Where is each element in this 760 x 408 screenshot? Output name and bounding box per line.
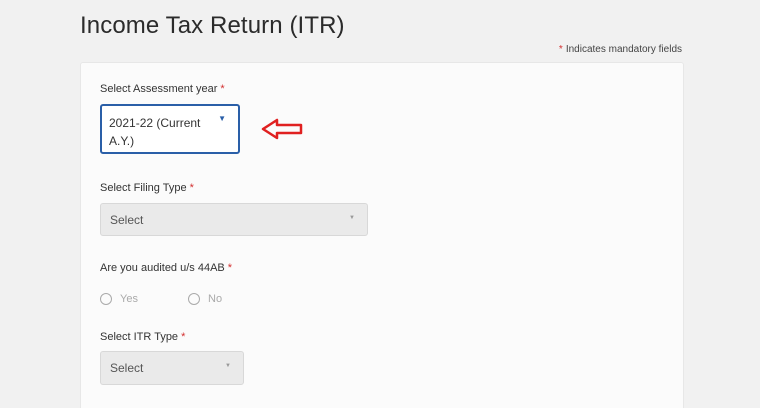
required-star: * <box>227 262 233 274</box>
audited-yes-label: Yes <box>120 293 138 305</box>
chevron-down-icon: ▼ <box>225 363 231 369</box>
itr-type-label: Select ITR Type * <box>100 331 185 343</box>
chevron-down-icon: ▼ <box>218 114 226 123</box>
radio-circle-icon <box>188 293 200 305</box>
chevron-down-icon: ▼ <box>349 215 355 221</box>
required-star: * <box>220 83 225 95</box>
audited-no-label: No <box>208 293 223 305</box>
required-star: * <box>558 44 563 55</box>
page-title: Income Tax Return (ITR) <box>80 12 345 39</box>
itr-type-select[interactable]: Select ▼ <box>100 351 244 385</box>
mandatory-note-text: Indicates mandatory fields <box>565 44 682 55</box>
audited-no-radio[interactable]: No <box>188 293 222 305</box>
itr-page: Income Tax Return (ITR) * Indicates manda… <box>0 0 760 408</box>
itr-type-label-text: Select ITR Type <box>100 331 179 343</box>
audited-yes-radio[interactable]: Yes <box>100 293 138 305</box>
mandatory-note: * Indicates mandatory fields <box>559 44 682 55</box>
assessment-year-label: Select Assessment year * <box>100 83 225 95</box>
filing-type-label-text: Select Filing Type <box>100 182 187 194</box>
assessment-year-value: 2021-22 (Current A.Y.) <box>109 116 201 148</box>
audited-label-text: Are you audited u/s 44AB <box>100 262 225 274</box>
audited-label: Are you audited u/s 44AB * <box>100 262 232 274</box>
itr-form-card: Select Assessment year * 2021-22 (Current… <box>80 62 684 408</box>
filing-type-select[interactable]: Select ▼ <box>100 203 368 236</box>
filing-type-label: Select Filing Type * <box>100 182 194 194</box>
arrow-left-icon <box>261 118 303 140</box>
assessment-year-label-text: Select Assessment year <box>100 83 218 95</box>
itr-type-value: Select <box>110 361 144 375</box>
radio-circle-icon <box>100 293 112 305</box>
required-star: * <box>181 331 186 343</box>
assessment-year-select[interactable]: 2021-22 (Current A.Y.) ▼ <box>100 104 240 154</box>
required-star: * <box>189 182 194 194</box>
filing-type-value: Select <box>110 213 144 227</box>
